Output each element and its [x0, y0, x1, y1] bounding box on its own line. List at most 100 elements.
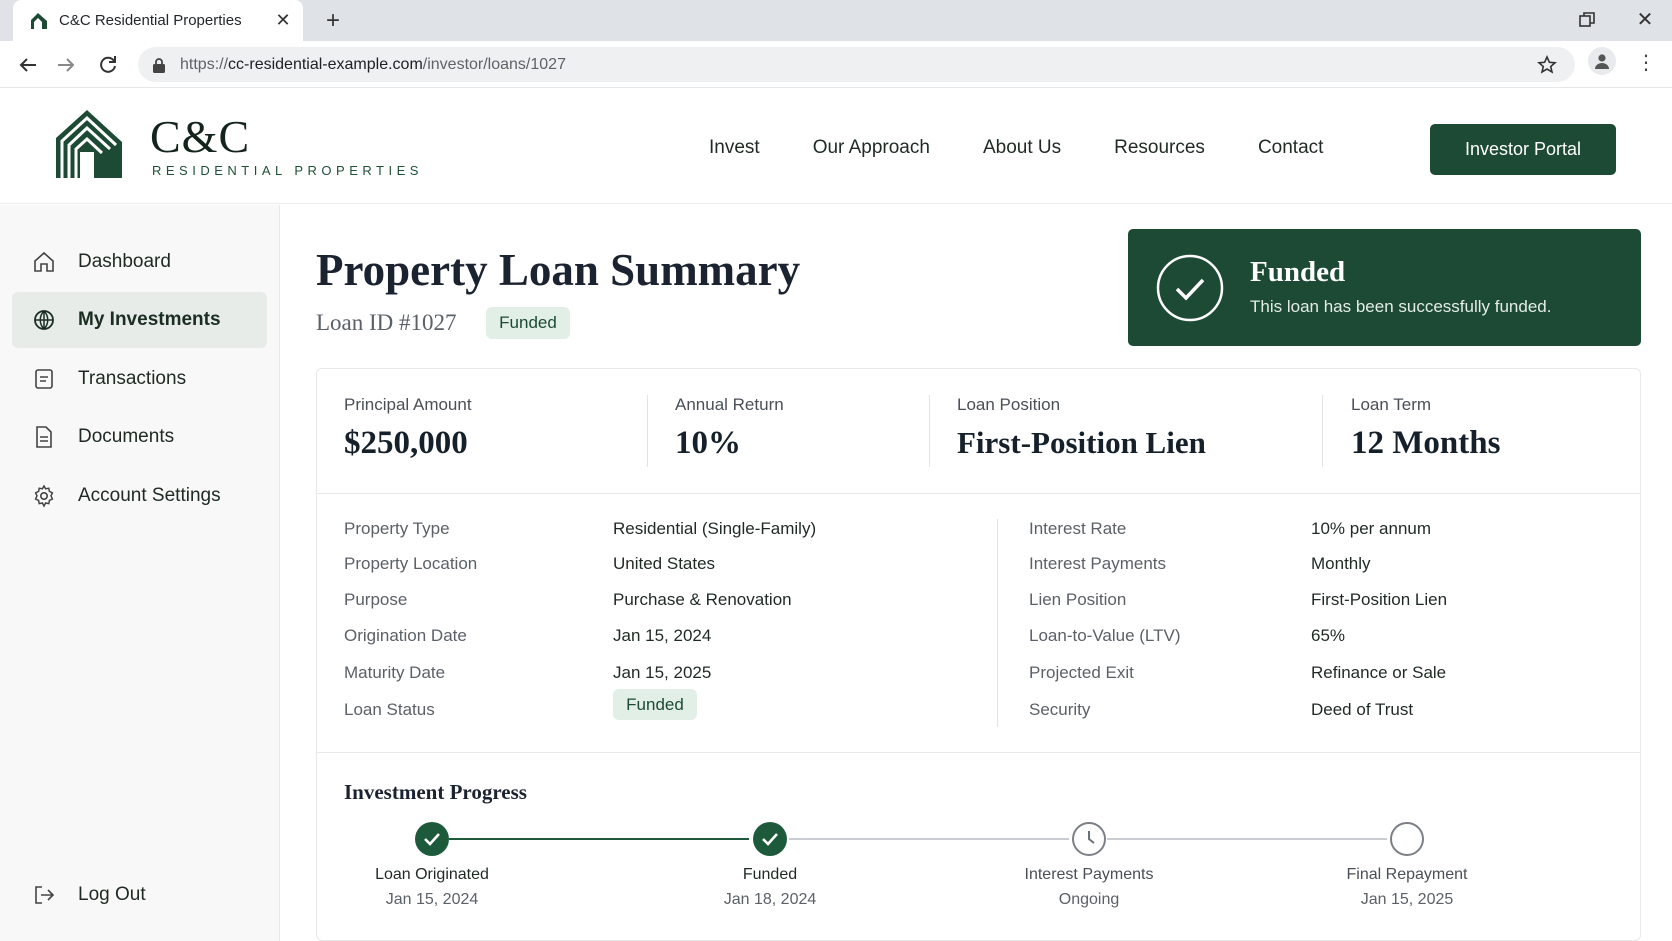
nav-resources[interactable]: Resources	[1114, 137, 1205, 159]
funded-banner: Funded This loan has been successfully f…	[1128, 229, 1641, 346]
globe-icon	[34, 310, 54, 330]
detail-label: Interest Payments	[1029, 554, 1167, 573]
reload-icon[interactable]	[94, 51, 122, 79]
sidebar-item-my-investments[interactable]: My Investments	[12, 292, 267, 348]
nav-invest[interactable]: Invest	[709, 137, 760, 159]
tab-title: C&C Residential Properties	[59, 12, 242, 29]
sidebar-item-dashboard[interactable]: Dashboard	[12, 234, 267, 290]
detail-value: Monthly	[1311, 554, 1371, 573]
sidebar-item-label: Account Settings	[78, 485, 221, 506]
metric-value: 10%	[675, 425, 741, 461]
metric-label: Principal Amount	[344, 395, 472, 414]
loan-details: Property Type Residential (Single-Family…	[317, 495, 1640, 753]
forward-icon[interactable]	[52, 51, 80, 79]
url-text: https://cc-residential-example.com/inves…	[180, 55, 566, 73]
metric-loan-position: Loan Position First-Position Lien	[957, 395, 1206, 461]
sidebar-item-transactions[interactable]: Transactions	[12, 351, 267, 407]
bookmark-star-icon[interactable]	[1537, 55, 1557, 75]
step-date: Jan 15, 2025	[1360, 891, 1454, 908]
banner-message: This loan has been successfully funded.	[1250, 297, 1552, 316]
detail-value: United States	[613, 554, 716, 573]
step-complete-icon	[753, 822, 787, 856]
page-title: Property Loan Summary	[316, 245, 801, 295]
metric-value: 12 Months	[1351, 425, 1501, 461]
sidebar-item-account-settings[interactable]: Account Settings	[12, 468, 267, 524]
browser-tab-bar: C&C Residential Properties ✕ + ✕	[0, 0, 1672, 41]
detail-label: Loan-to-Value (LTV)	[1029, 626, 1181, 645]
logout-icon	[35, 886, 55, 904]
step-date: Jan 15, 2024	[385, 891, 479, 908]
sidebar-item-label: Log Out	[78, 884, 146, 905]
sidebar: Dashboard My Investments Transactions Do…	[0, 205, 280, 941]
sidebar-item-label: Dashboard	[78, 251, 171, 272]
detail-label: Property Type	[344, 519, 450, 538]
step-label: Final Repayment	[1346, 866, 1468, 883]
detail-label: Property Location	[344, 554, 478, 573]
divider	[1322, 395, 1323, 467]
detail-value: Deed of Trust	[1311, 700, 1414, 719]
lock-icon	[153, 57, 165, 73]
nav-contact[interactable]: Contact	[1258, 137, 1323, 159]
detail-label: Origination Date	[344, 626, 467, 645]
metric-value: $250,000	[344, 425, 468, 461]
new-tab-icon[interactable]: +	[318, 6, 348, 36]
metric-principal: Principal Amount $250,000	[344, 395, 472, 462]
detail-label: Maturity Date	[344, 663, 446, 682]
divider	[929, 395, 930, 467]
step-date: Jan 18, 2024	[723, 891, 817, 908]
detail-label: Purpose	[344, 590, 408, 609]
nav-our-approach[interactable]: Our Approach	[813, 137, 930, 159]
detail-label: Projected Exit	[1029, 663, 1134, 682]
clock-icon	[1072, 822, 1106, 856]
investor-portal-button[interactable]: Investor Portal	[1430, 124, 1616, 175]
address-bar[interactable]: https://cc-residential-example.com/inves…	[138, 47, 1575, 82]
detail-value: Purchase & Renovation	[613, 590, 792, 609]
step-label: Interest Payments	[1024, 866, 1154, 883]
detail-value: Jan 15, 2024	[613, 626, 712, 645]
browser-menu-icon[interactable]: ⋮	[1636, 50, 1656, 74]
progress-track-pending	[789, 838, 1069, 840]
detail-value: 65%	[1311, 626, 1346, 645]
close-tab-icon[interactable]: ✕	[269, 7, 297, 35]
nav-about-us[interactable]: About Us	[983, 137, 1061, 159]
loan-id: Loan ID #1027	[316, 310, 457, 335]
metric-annual-return: Annual Return 10%	[675, 395, 784, 462]
detail-label: Loan Status	[344, 700, 435, 719]
detail-value: 10% per annum	[1311, 519, 1432, 538]
step-label: Loan Originated	[375, 866, 489, 883]
progress-title: Investment Progress	[344, 780, 527, 804]
logo-house-icon[interactable]	[54, 108, 124, 180]
step-complete-icon	[415, 822, 449, 856]
detail-label: Interest Rate	[1029, 519, 1127, 538]
status-badge: Funded	[486, 307, 570, 339]
metric-label: Annual Return	[675, 395, 784, 414]
sidebar-item-label: Documents	[78, 426, 175, 447]
metric-label: Loan Term	[1351, 395, 1432, 414]
metric-label: Loan Position	[957, 395, 1061, 414]
sidebar-item-documents[interactable]: Documents	[12, 409, 267, 465]
document-icon	[36, 426, 52, 448]
step-pending-icon	[1390, 822, 1424, 856]
step-date: Ongoing	[1058, 891, 1120, 908]
progress-track-complete	[449, 838, 749, 840]
browser-tab[interactable]: C&C Residential Properties ✕	[13, 0, 303, 41]
close-window-icon[interactable]: ✕	[1632, 6, 1658, 32]
loan-status-badge: Funded	[613, 689, 697, 720]
back-icon[interactable]	[14, 51, 42, 79]
sidebar-item-log-out[interactable]: Log Out	[12, 867, 267, 923]
logo-name[interactable]: C&C	[150, 110, 250, 163]
restore-window-icon[interactable]	[1575, 8, 1599, 32]
detail-value: First-Position Lien	[1311, 590, 1448, 609]
divider	[997, 519, 998, 727]
step-label: Funded	[742, 866, 798, 883]
detail-value: Refinance or Sale	[1311, 663, 1447, 682]
detail-label: Security	[1029, 700, 1091, 719]
profile-avatar-icon[interactable]	[1588, 47, 1616, 75]
divider	[647, 395, 648, 467]
site-header: C&C RESIDENTIAL PROPERTIES Invest Our Ap…	[0, 88, 1672, 204]
detail-value: Residential (Single-Family)	[613, 519, 817, 538]
key-metrics: Principal Amount $250,000 Annual Return …	[317, 369, 1640, 494]
detail-label: Lien Position	[1029, 590, 1127, 609]
progress-track-pending	[1107, 838, 1387, 840]
browser-toolbar: https://cc-residential-example.com/inves…	[0, 41, 1672, 88]
